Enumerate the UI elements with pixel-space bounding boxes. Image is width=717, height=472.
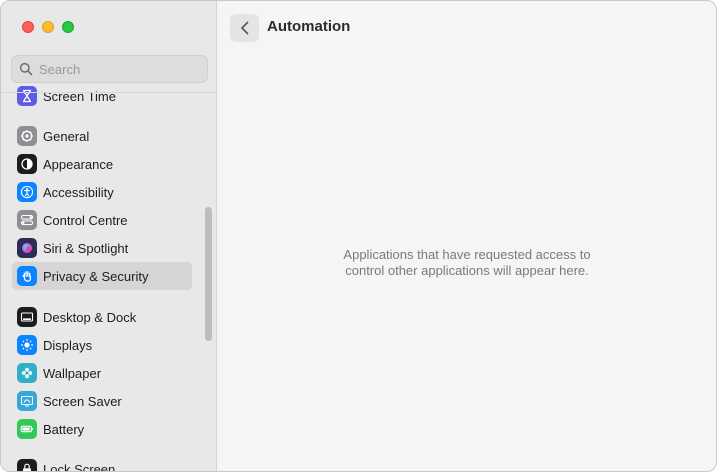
back-button[interactable] [230,14,259,42]
sidebar-scrollbar[interactable] [205,207,212,341]
sidebar-item-label: Displays [43,337,93,353]
siri-icon [17,238,37,258]
sidebar-item-general[interactable]: General [12,122,192,150]
flower-icon [17,363,37,383]
screen-saver-icon [17,391,37,411]
empty-state-line: control other applications will appear h… [345,263,589,278]
battery-icon [17,419,37,439]
accessibility-icon [17,182,37,202]
page-title: Automation [267,18,351,35]
sidebar-item-lock-screen[interactable]: Lock Screen [12,455,192,472]
sidebar-item-control-centre[interactable]: Control Centre [12,206,192,234]
sidebar-item-label: Control Centre [43,212,128,228]
settings-window: Screen Time General Appearance Accessibi… [0,0,717,472]
sidebar-item-label: Wallpaper [43,365,102,381]
control-centre-icon [17,210,37,230]
empty-state-message: Applications that have requested access … [218,247,716,279]
sidebar-item-privacy-security[interactable]: Privacy & Security [12,262,192,290]
sidebar-item-label: General [43,128,90,144]
empty-state-line: Applications that have requested access … [343,247,591,262]
search-input[interactable] [39,61,199,77]
sidebar-item-accessibility[interactable]: Accessibility [12,178,192,206]
gear-icon [17,126,37,146]
lock-icon [17,459,37,471]
sidebar-item-appearance[interactable]: Appearance [12,150,192,178]
search-field[interactable] [11,55,208,83]
sidebar-item-screen-saver[interactable]: Screen Saver [12,387,192,415]
sun-icon [17,335,37,355]
hand-icon [17,266,37,286]
sidebar-item-label: Privacy & Security [43,268,149,284]
sidebar-item-label: Screen Saver [43,393,122,409]
sidebar-item-label: Screen Time [43,88,116,104]
hourglass-icon [17,86,37,106]
sidebar-item-desktop-dock[interactable]: Desktop & Dock [12,303,192,331]
sidebar-divider [1,92,217,93]
sidebar: Screen Time General Appearance Accessibi… [1,1,217,472]
sidebar-item-wallpaper[interactable]: Wallpaper [12,359,192,387]
sidebar-item-siri-spotlight[interactable]: Siri & Spotlight [12,234,192,262]
search-icon [19,62,33,76]
sidebar-item-battery[interactable]: Battery [12,415,192,443]
sidebar-item-label: Desktop & Dock [43,309,137,325]
sidebar-item-label: Accessibility [43,184,114,200]
sidebar-item-label: Siri & Spotlight [43,240,129,256]
sidebar-item-screen-time[interactable]: Screen Time [12,82,192,110]
main-pane: Automation Applications that have reques… [218,1,716,471]
sidebar-item-label: Lock Screen [43,461,116,472]
chevron-left-icon [240,21,248,35]
sidebar-item-label: Battery [43,421,85,437]
dock-icon [17,307,37,327]
appearance-icon [17,154,37,174]
sidebar-item-label: Appearance [43,156,114,172]
sidebar-item-displays[interactable]: Displays [12,331,192,359]
